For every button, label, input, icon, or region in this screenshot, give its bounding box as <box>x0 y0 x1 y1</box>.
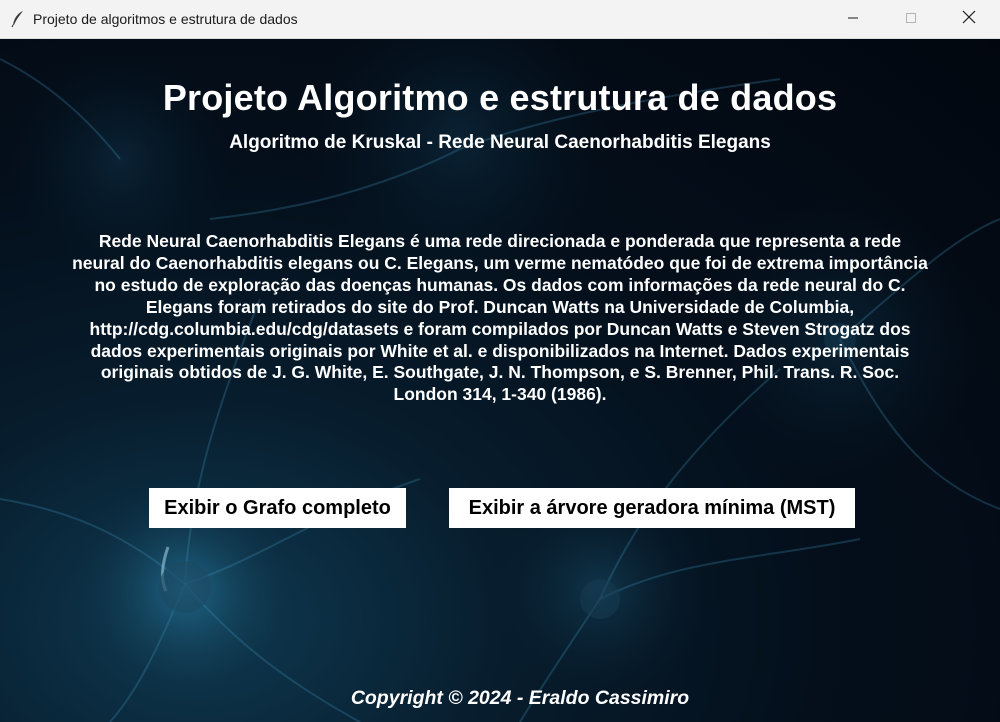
main-canvas: Projeto Algoritmo e estrutura de dados A… <box>0 39 1000 722</box>
copyright-footer: Copyright © 2024 - Eraldo Cassimiro <box>350 687 690 709</box>
description-text: Rede Neural Caenorhabditis Elegans é uma… <box>72 231 928 405</box>
title-bar[interactable]: Projeto de algoritmos e estrutura de dad… <box>0 0 1000 39</box>
show-mst-button[interactable]: Exibir a árvore geradora mínima (MST) <box>449 488 855 528</box>
maximize-button[interactable] <box>882 0 940 39</box>
close-icon <box>962 10 976 29</box>
minimize-icon <box>847 11 859 29</box>
maximize-icon <box>905 11 917 29</box>
page-title: Projeto Algoritmo e estrutura de dados <box>162 77 838 118</box>
window-title: Projeto de algoritmos e estrutura de dad… <box>33 11 298 27</box>
feather-icon <box>10 10 26 28</box>
app-window: Projeto de algoritmos e estrutura de dad… <box>0 0 1000 722</box>
close-button[interactable] <box>940 0 998 39</box>
show-full-graph-button[interactable]: Exibir o Grafo completo <box>149 488 406 528</box>
minimize-button[interactable] <box>824 0 882 39</box>
page-subtitle: Algoritmo de Kruskal - Rede Neural Caeno… <box>229 132 771 153</box>
